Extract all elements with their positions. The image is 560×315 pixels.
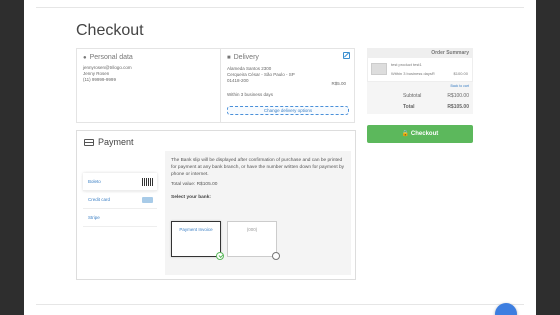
boleto-description: The Bank slip will be displayed after co…	[171, 158, 345, 177]
selected-check-icon	[216, 252, 224, 260]
barcode-icon	[142, 178, 153, 186]
summary-item: test product test1 Within 3 business day…	[367, 58, 473, 82]
delivery-time: Within 3 business days	[227, 92, 274, 97]
total-label: Total	[403, 104, 415, 110]
method-stripe[interactable]: Stripe	[83, 209, 157, 227]
delivery-price: R$5.00	[331, 81, 346, 86]
bottom-divider	[36, 304, 524, 305]
lock-icon: 🔒	[401, 131, 410, 137]
credit-card-icon	[142, 197, 153, 203]
method-label: Boleto	[88, 179, 101, 184]
personal-data-card: ● Personal data jennyrosen@trilogo.com J…	[76, 48, 238, 123]
personal-phone: (11) 99999-9999	[83, 77, 116, 82]
personal-data-title: Personal data	[89, 54, 133, 61]
total-value: R$105.00	[447, 104, 469, 110]
page-title: Checkout	[76, 22, 144, 39]
select-bank-label: Select your bank:	[171, 195, 211, 200]
product-shipping: Within 3 business daysR	[391, 71, 435, 76]
edit-delivery-icon[interactable]	[343, 52, 350, 59]
order-summary-title: Order Summary	[367, 48, 473, 58]
product-name: test product test1	[391, 62, 422, 67]
top-divider	[36, 7, 524, 8]
method-credit-card[interactable]: Credit card	[83, 191, 157, 209]
radio-icon	[272, 252, 280, 260]
order-summary: Order Summary test product test1 Within …	[367, 48, 473, 114]
delivery-address: Alameda Santos 2300 Cerqueira César - Sã…	[227, 66, 317, 84]
payment-methods: Boleto Credit card Stripe	[83, 173, 157, 227]
checkout-sheet: Checkout ● Personal data jennyrosen@tril…	[24, 0, 536, 315]
address-line: 01418-200	[227, 78, 249, 83]
method-boleto[interactable]: Boleto	[83, 173, 157, 191]
bank-option-label: (000)	[246, 227, 258, 232]
payment-total: Total value: R$105.00	[171, 182, 218, 187]
checkout-button[interactable]: 🔒 Checkout	[367, 125, 473, 143]
bank-option-invoice[interactable]: Payment Invoice	[171, 221, 224, 260]
subtotal-value: R$100.00	[447, 93, 469, 99]
subtotal-label: Subtotal	[403, 93, 422, 99]
delivery-title: Delivery	[233, 54, 259, 61]
payment-header: Payment	[84, 137, 134, 147]
bank-option-other[interactable]: (000)	[227, 221, 280, 260]
bank-option-label: Payment Invoice	[179, 227, 213, 232]
method-label: Stripe	[88, 215, 100, 220]
truck-icon: ■	[227, 54, 231, 61]
back-to-cart-link[interactable]: Back to cart	[451, 84, 469, 88]
method-label: Credit card	[88, 197, 111, 202]
user-icon: ●	[83, 54, 87, 61]
payment-title: Payment	[98, 137, 134, 147]
delivery-header: ■ Delivery	[227, 54, 348, 61]
personal-data-header: ● Personal data	[83, 54, 231, 61]
payment-details: The Bank slip will be displayed after co…	[165, 151, 351, 275]
product-thumbnail	[371, 63, 387, 75]
change-delivery-button[interactable]: Change delivery options	[227, 106, 349, 115]
summary-totals: Back to cart Subtotal R$100.00 Total R$1…	[367, 82, 473, 114]
checkout-button-label: Checkout	[410, 131, 439, 137]
product-price: $100.00	[453, 71, 468, 76]
credit-card-icon	[84, 138, 94, 146]
delivery-card: ■ Delivery Alameda Santos 2300 Cerqueira…	[220, 48, 355, 123]
payment-panel: Payment Boleto Credit card Stripe The Ba…	[76, 130, 356, 280]
